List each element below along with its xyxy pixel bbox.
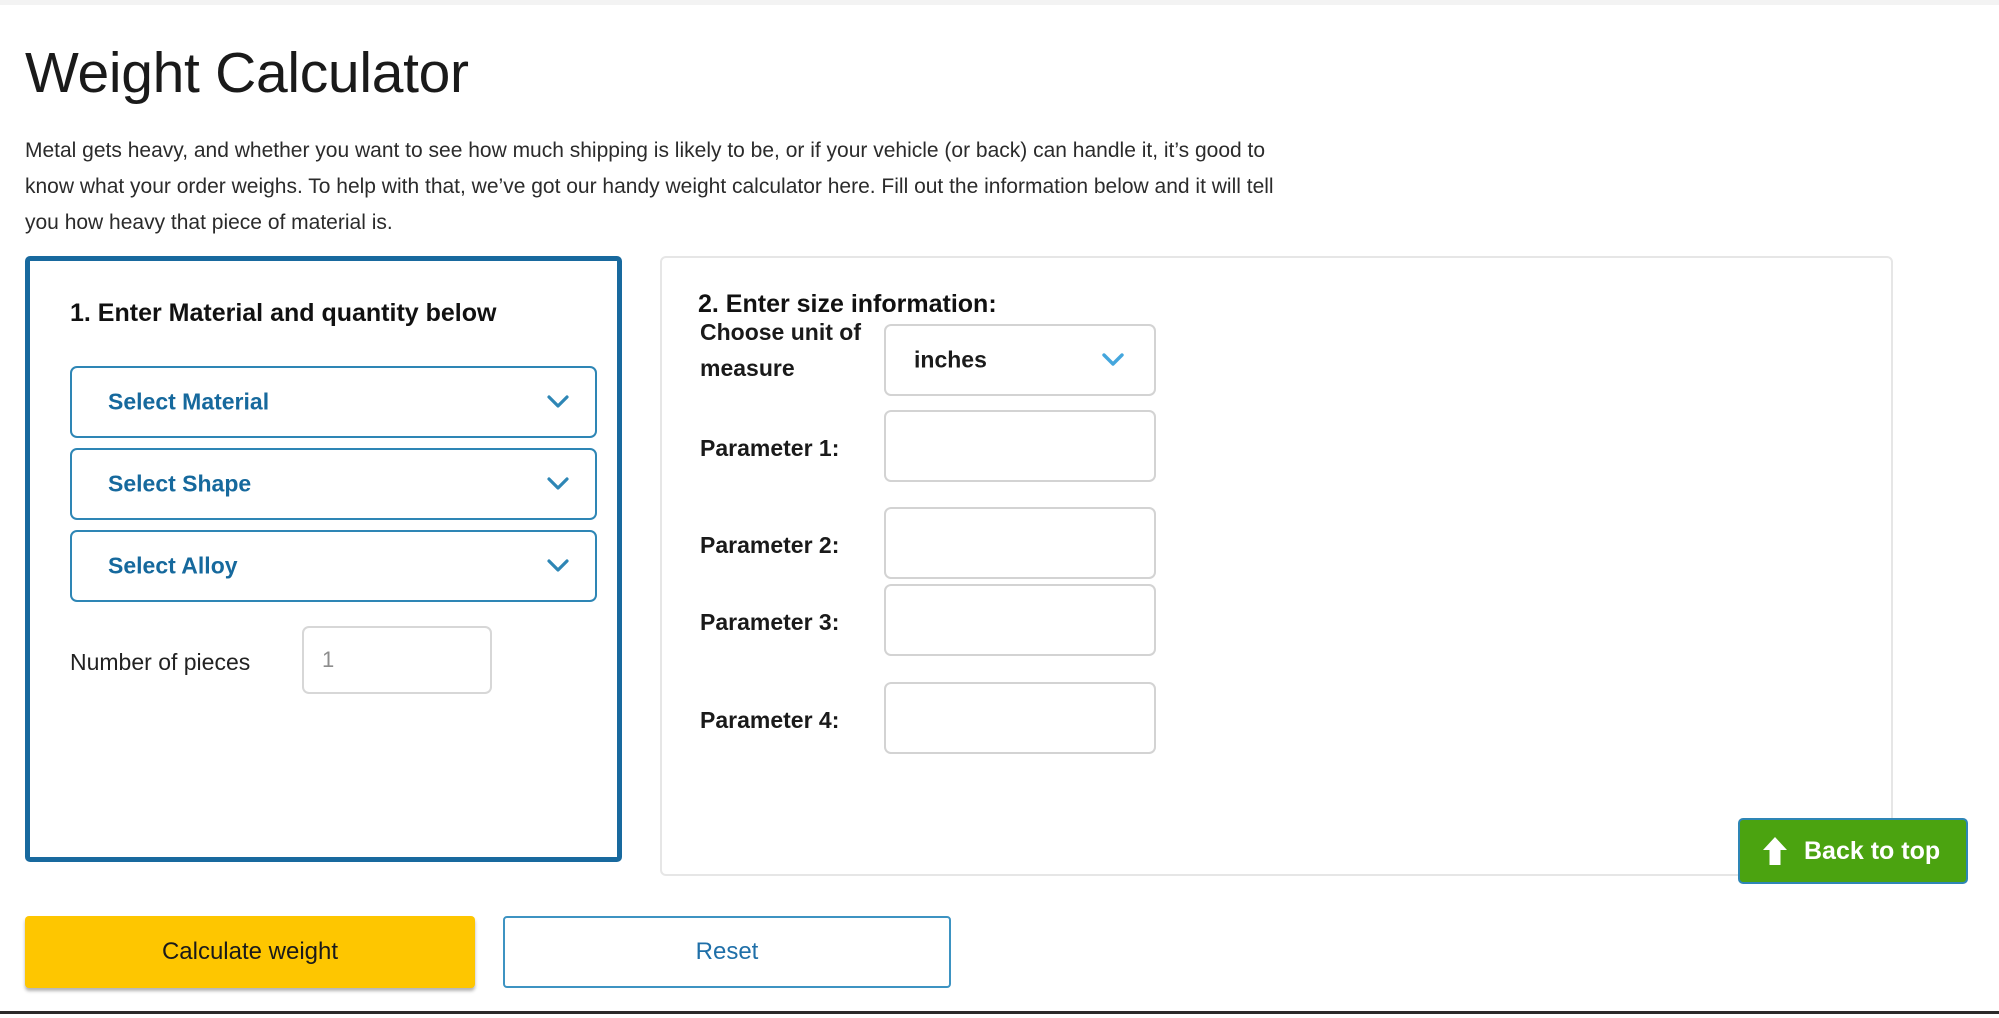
weight-calculator-page: Weight Calculator Metal gets heavy, and …: [0, 0, 1999, 1018]
step2-panel: 2. Enter size information: Choose unit o…: [660, 256, 1893, 876]
unit-of-measure-dropdown[interactable]: inches: [884, 324, 1156, 396]
back-to-top-label: Back to top: [1804, 836, 1941, 865]
parameter-3-input[interactable]: [884, 584, 1156, 656]
parameter-4-input[interactable]: [884, 682, 1156, 754]
reset-button[interactable]: Reset: [503, 916, 951, 988]
parameter-1-input[interactable]: [884, 410, 1156, 482]
page-title: Weight Calculator: [25, 41, 469, 106]
select-material-label: Select Material: [108, 388, 270, 415]
step1-panel: 1. Enter Material and quantity below Sel…: [25, 256, 622, 862]
number-of-pieces-label: Number of pieces: [70, 649, 251, 675]
calculate-weight-button[interactable]: Calculate weight: [25, 916, 475, 988]
select-material-dropdown[interactable]: Select Material: [70, 366, 597, 438]
parameter-2-input[interactable]: [884, 507, 1156, 579]
intro-paragraph: Metal gets heavy, and whether you want t…: [25, 139, 1274, 234]
bottom-divider: [0, 1011, 1999, 1014]
arrow-up-icon: [1762, 836, 1788, 866]
select-shape-label: Select Shape: [108, 470, 252, 497]
back-to-top-button[interactable]: Back to top: [1738, 818, 1968, 884]
chevron-down-icon: [547, 477, 569, 491]
select-alloy-dropdown[interactable]: Select Alloy: [70, 530, 597, 602]
number-of-pieces-input[interactable]: [302, 626, 492, 694]
chevron-down-icon: [547, 559, 569, 573]
select-shape-dropdown[interactable]: Select Shape: [70, 448, 597, 520]
unit-of-measure-value: inches: [914, 346, 987, 373]
select-alloy-label: Select Alloy: [108, 552, 238, 579]
chevron-down-icon: [1102, 353, 1124, 367]
chevron-down-icon: [547, 395, 569, 409]
step1-heading: 1. Enter Material and quantity below: [70, 299, 497, 327]
